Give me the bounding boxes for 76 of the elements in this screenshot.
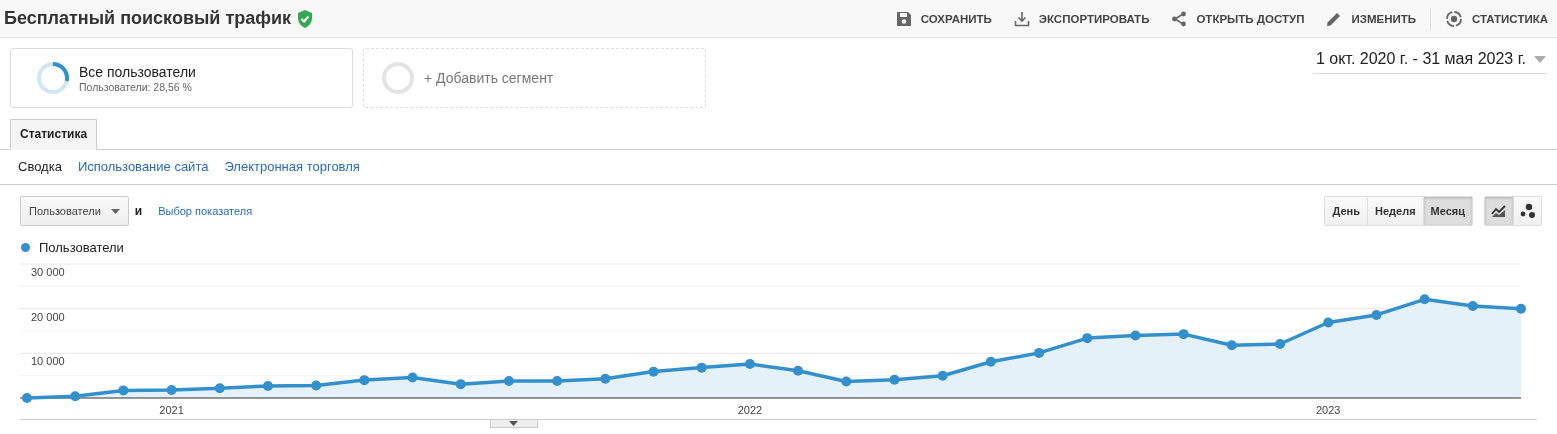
caret-icon [110,208,120,214]
subnav-link[interactable]: Сводка [18,159,62,174]
data-point [1419,294,1430,305]
toolbar-button[interactable]: ИЗМЕНИТЬ [1326,10,1416,27]
y-axis-label: 20 000 [31,310,65,323]
data-point [1371,309,1382,320]
x-axis-label: 2023 [1316,404,1341,416]
data-point [1275,338,1286,349]
data-point [407,372,418,383]
data-point [937,370,948,381]
y-axis-label: 10 000 [31,355,65,368]
data-point [1130,330,1141,341]
toolbar-button[interactable]: СОХРАНИТЬ [895,10,992,27]
data-point [744,359,755,370]
pencil-icon [1326,10,1343,27]
data-point [696,362,707,373]
add-segment-label: + Добавить сегмент [424,70,554,86]
line-chart-icon [1491,204,1507,218]
y-axis-label: 30 000 [31,266,65,278]
data-point [22,393,32,403]
segment-card[interactable]: Все пользователи Пользователи: 28,56 % [10,48,353,108]
subnav-link[interactable]: Электронная торговля [224,159,360,174]
toolbar-button[interactable]: ЭКСПОРТИРОВАТЬ [1013,10,1150,27]
segment-ring-icon [35,60,71,96]
data-point [985,356,996,367]
toolbar-button[interactable]: СТАТИСТИКА [1430,7,1548,30]
legend-label: Пользователи [39,240,124,255]
period-button[interactable]: Месяц [1422,197,1472,225]
data-point [648,366,659,377]
data-point [70,391,81,402]
data-point [455,379,466,390]
report-title: Бесплатный поисковый трафик [4,8,292,29]
data-point [1082,333,1093,344]
data-point [1467,301,1478,311]
tab[interactable]: Статистика [10,119,98,150]
data-point [600,373,611,384]
caret-icon [509,421,518,426]
add-segment-card[interactable]: + Добавить сегмент [363,48,706,108]
data-point [1034,347,1045,358]
segment-title: Все пользователи [79,63,196,80]
data-point [841,376,852,387]
data-point [311,380,322,391]
download-icon [1013,10,1030,27]
data-point [793,365,804,376]
data-point [359,375,370,386]
empty-ring-icon [380,60,416,96]
expand-toggle-button[interactable] [489,420,538,428]
metric-dropdown[interactable]: Пользователи [20,196,129,226]
bubbles-icon [1519,203,1536,219]
data-point [1178,329,1189,340]
dropdown-caret-icon [1534,55,1546,63]
date-range-picker[interactable]: 1 окт. 2020 г. - 31 мая 2023 г. [1312,50,1547,74]
toolbar-button[interactable]: ОТКРЫТЬ ДОСТУП [1171,10,1305,27]
data-point [214,383,225,394]
share-icon [1171,10,1188,27]
data-point [1516,303,1526,314]
data-point [1323,317,1334,328]
period-button[interactable]: Неделя [1367,197,1423,225]
data-point [552,376,563,387]
data-point [1226,340,1237,351]
verified-shield-icon [297,9,314,28]
chart-type-button[interactable] [1513,197,1541,225]
conjunction-label: и [134,204,143,218]
data-point [262,380,273,391]
data-point [166,384,177,395]
chart-type-button[interactable] [1485,197,1513,225]
data-point [889,374,900,385]
data-point [503,376,514,387]
period-button[interactable]: День [1325,197,1367,225]
x-axis-label: 2021 [159,404,184,416]
metric-picker-link[interactable]: Выбор показателя [158,205,253,217]
subnav-link[interactable]: Использование сайта [77,159,209,174]
segment-subtitle: Пользователи: 28,56 % [79,80,193,93]
data-point [118,385,129,396]
insights-icon [1445,9,1463,28]
x-axis-label: 2022 [737,404,763,416]
